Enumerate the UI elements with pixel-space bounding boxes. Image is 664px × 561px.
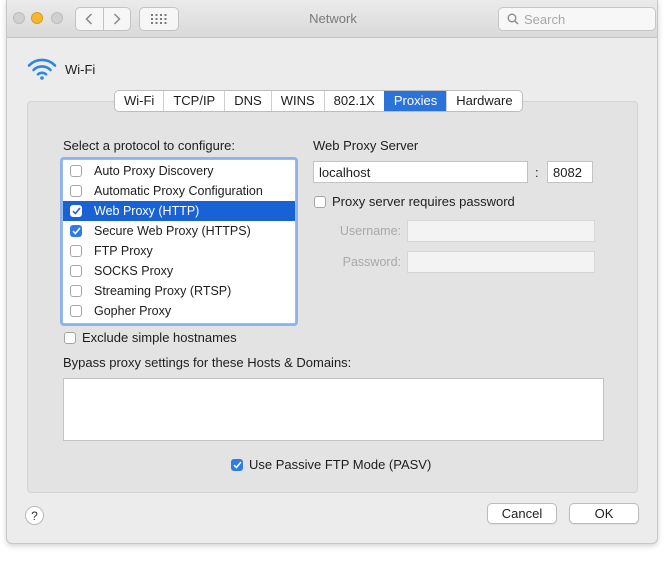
requires-password-option[interactable]: Proxy server requires password: [314, 194, 515, 209]
passive-ftp-option[interactable]: Use Passive FTP Mode (PASV): [231, 457, 431, 472]
protocol-label: Secure Web Proxy (HTTPS): [94, 224, 251, 238]
protocol-checkbox[interactable]: [70, 165, 82, 177]
username-field[interactable]: [407, 220, 595, 242]
search-icon: [507, 13, 519, 25]
password-field[interactable]: [407, 251, 595, 273]
search-field[interactable]: [498, 7, 656, 31]
interface-header: Wi-Fi: [27, 58, 95, 80]
bypass-label: Bypass proxy settings for these Hosts & …: [63, 355, 352, 370]
checkmark-icon: [232, 460, 242, 469]
exclude-hostnames-option[interactable]: Exclude simple hostnames: [64, 330, 237, 345]
network-window: Network Wi-Fi Wi-Fi TCP/IP DNS WINS 802.…: [6, 0, 658, 544]
checkmark-icon: [71, 207, 81, 215]
protocol-row-ftp-proxy[interactable]: FTP Proxy: [63, 241, 295, 261]
search-input[interactable]: [524, 11, 644, 27]
protocol-row-streaming-proxy[interactable]: Streaming Proxy (RTSP): [63, 281, 295, 301]
tab-dns[interactable]: DNS: [224, 91, 270, 111]
protocol-label: Web Proxy (HTTP): [94, 204, 200, 218]
title-bar: Network: [7, 0, 657, 38]
protocol-checkbox[interactable]: [70, 285, 82, 297]
passive-ftp-checkbox[interactable]: [231, 458, 243, 471]
protocol-list: Auto Proxy Discovery Automatic Proxy Con…: [62, 159, 296, 324]
port-separator: :: [535, 165, 539, 180]
tab-proxies[interactable]: Proxies: [383, 91, 447, 111]
passive-ftp-label: Use Passive FTP Mode (PASV): [249, 457, 432, 472]
tab-hardware[interactable]: Hardware: [446, 91, 521, 111]
protocol-label: FTP Proxy: [94, 244, 153, 258]
wifi-icon: [27, 58, 57, 80]
tab-8021x[interactable]: 802.1X: [323, 91, 384, 111]
requires-password-checkbox[interactable]: [314, 195, 326, 208]
cancel-button[interactable]: Cancel: [487, 503, 557, 524]
tab-wins[interactable]: WINS: [270, 91, 324, 111]
protocol-row-web-proxy[interactable]: Web Proxy (HTTP): [63, 201, 295, 221]
protocol-label: Streaming Proxy (RTSP): [94, 284, 232, 298]
tab-bar: Wi-Fi TCP/IP DNS WINS 802.1X Proxies Har…: [114, 90, 523, 112]
username-label: Username:: [339, 224, 401, 238]
proxy-port-field[interactable]: [547, 161, 593, 183]
protocol-heading: Select a protocol to configure:: [63, 138, 235, 153]
help-button[interactable]: ?: [25, 506, 44, 525]
protocol-checkbox[interactable]: [70, 245, 82, 257]
protocol-checkbox[interactable]: [70, 265, 82, 277]
protocol-label: SOCKS Proxy: [94, 264, 174, 278]
protocol-checkbox[interactable]: [70, 185, 82, 197]
exclude-hostnames-label: Exclude simple hostnames: [82, 330, 237, 345]
exclude-hostnames-checkbox[interactable]: [64, 331, 76, 344]
protocol-row-auto-discovery[interactable]: Auto Proxy Discovery: [63, 161, 295, 181]
protocol-row-socks-proxy[interactable]: SOCKS Proxy: [63, 261, 295, 281]
protocol-label: Automatic Proxy Configuration: [94, 184, 263, 198]
protocol-row-auto-config[interactable]: Automatic Proxy Configuration: [63, 181, 295, 201]
protocol-checkbox[interactable]: [70, 225, 82, 237]
requires-password-label: Proxy server requires password: [332, 194, 515, 209]
tab-tcpip[interactable]: TCP/IP: [163, 91, 224, 111]
protocol-label: Gopher Proxy: [94, 304, 172, 318]
proxy-server-heading: Web Proxy Server: [313, 138, 419, 153]
protocol-row-gopher-proxy[interactable]: Gopher Proxy: [63, 301, 295, 321]
tab-wifi[interactable]: Wi-Fi: [115, 91, 163, 111]
proxy-host-field[interactable]: [313, 161, 528, 183]
protocol-row-secure-web-proxy[interactable]: Secure Web Proxy (HTTPS): [63, 221, 295, 241]
protocol-label: Auto Proxy Discovery: [94, 164, 214, 178]
password-label: Password:: [342, 255, 401, 269]
ok-button[interactable]: OK: [569, 503, 639, 524]
bypass-hosts-textarea[interactable]: [63, 378, 604, 441]
protocol-checkbox[interactable]: [70, 305, 82, 317]
checkmark-icon: [71, 227, 81, 235]
interface-name: Wi-Fi: [65, 61, 96, 77]
protocol-checkbox[interactable]: [70, 205, 82, 217]
